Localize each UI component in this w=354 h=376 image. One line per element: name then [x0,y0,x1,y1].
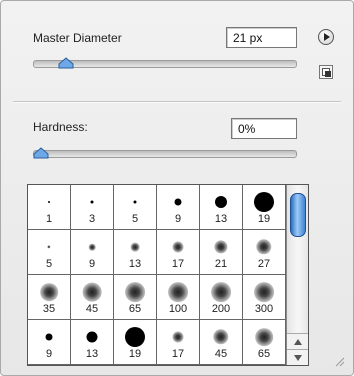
brush-size-label: 45 [85,303,99,315]
soft-brush-tip-icon [172,331,184,343]
hardness-slider-track[interactable] [33,150,297,158]
hard-brush-tip-icon [125,327,145,347]
brush-size-label: 17 [171,258,185,270]
brush-size-label: 45 [214,348,228,360]
brush-size-label: 35 [42,303,56,315]
brush-preset-cell[interactable]: 1 [28,185,71,230]
soft-brush-tip-icon [168,282,188,302]
soft-brush-tip-icon [130,242,140,252]
scroll-up-arrow-icon[interactable] [287,333,308,350]
brush-size-label: 13 [128,258,142,270]
hard-brush-tip-icon [174,198,182,206]
hard-brush-tip-icon [90,200,94,204]
master-diameter-value: 21 px [233,30,263,45]
hardness-value: 0% [238,121,256,136]
soft-brush-tip-icon [211,282,231,302]
hardness-label: Hardness: [33,120,88,134]
soft-brush-tip-icon [125,282,145,302]
brush-preset-cell[interactable]: 65 [114,275,157,320]
flyout-menu-icon[interactable] [318,29,334,45]
brush-preset-cell[interactable]: 35 [28,275,71,320]
brush-size-label: 5 [45,258,53,270]
section-divider [13,101,341,102]
brush-size-label: 100 [168,303,188,315]
soft-brush-tip-icon [40,283,58,301]
brush-size-label: 1 [45,213,53,225]
brush-size-label: 300 [254,303,274,315]
brush-preset-cell[interactable]: 13 [114,230,157,275]
soft-brush-tip-icon [47,245,51,249]
soft-brush-tip-icon [214,240,228,254]
brush-size-label: 65 [257,348,271,360]
brush-size-label: 9 [88,258,96,270]
hard-brush-tip-icon [48,201,50,203]
brush-size-label: 27 [257,258,271,270]
scrollbar-thumb[interactable] [290,193,306,237]
brush-preset-cell[interactable]: 17 [157,320,200,365]
brush-preset-cell[interactable]: 200 [200,275,243,320]
brush-size-label: 65 [128,303,142,315]
soft-brush-tip-icon [213,329,229,345]
brush-preset-cell[interactable]: 13 [200,185,243,230]
brush-preset-cell[interactable]: 5 [28,230,71,275]
brush-size-label: 19 [257,213,271,225]
brush-size-label: 5 [131,213,139,225]
brush-preset-cell[interactable]: 9 [157,185,200,230]
hard-brush-tip-icon [254,192,274,212]
new-brush-preset-icon[interactable] [319,65,333,79]
brush-size-label: 3 [88,213,96,225]
brush-size-label: 21 [214,258,228,270]
brush-grid: 1 3 5 9 13 19 5 9 13 17 21 27 35 45 65 100 200 300 9 13 19 17… [28,185,286,365]
resize-grip-icon[interactable] [333,355,345,367]
vertical-scrollbar[interactable] [286,185,308,365]
brush-preset-cell[interactable]: 27 [243,230,286,275]
brushes-panel: Master Diameter 21 px Hardness: 0% 13591… [0,0,354,376]
master-diameter-input[interactable]: 21 px [226,27,297,48]
hard-brush-tip-icon [86,331,98,343]
soft-brush-tip-icon [82,282,102,302]
hardness-input[interactable]: 0% [231,118,297,139]
scroll-down-arrow-icon[interactable] [287,349,308,365]
brush-preset-cell[interactable]: 21 [200,230,243,275]
brush-preset-cell[interactable]: 5 [114,185,157,230]
brush-preset-cell[interactable]: 100 [157,275,200,320]
brush-size-label: 17 [171,348,185,360]
soft-brush-tip-icon [88,243,96,251]
brush-preset-cell[interactable]: 45 [71,275,114,320]
brush-preset-cell[interactable]: 17 [157,230,200,275]
brush-preset-cell[interactable]: 300 [243,275,286,320]
brush-size-label: 13 [85,348,99,360]
brush-preset-cell[interactable]: 19 [114,320,157,365]
brush-preset-cell[interactable]: 9 [28,320,71,365]
soft-brush-tip-icon [254,282,274,302]
brush-preset-cell[interactable]: 19 [243,185,286,230]
brush-size-label: 9 [174,213,182,225]
brush-preset-cell[interactable]: 65 [243,320,286,365]
master-diameter-label: Master Diameter [33,31,122,45]
brush-preset-cell[interactable]: 3 [71,185,114,230]
soft-brush-tip-icon [172,241,184,253]
brush-preset-list: 1 3 5 9 13 19 5 9 13 17 21 27 35 45 65 100 200 300 9 13 19 17… [27,184,309,366]
soft-brush-tip-icon [255,328,273,346]
hard-brush-tip-icon [133,200,137,204]
brush-preset-cell[interactable]: 45 [200,320,243,365]
brush-size-label: 200 [211,303,231,315]
hard-brush-tip-icon [45,333,53,341]
brush-size-label: 9 [45,348,53,360]
brush-size-label: 13 [214,213,228,225]
brush-preset-cell[interactable]: 9 [71,230,114,275]
brush-preset-cell[interactable]: 13 [71,320,114,365]
soft-brush-tip-icon [256,239,272,255]
hard-brush-tip-icon [215,196,227,208]
brush-size-label: 19 [128,348,142,360]
